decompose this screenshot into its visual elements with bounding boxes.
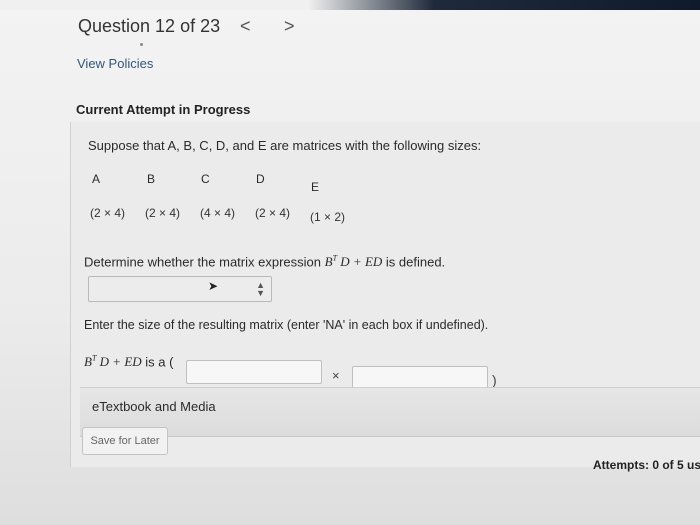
matrix-name-c: C [201, 172, 210, 186]
matrix-name-e: E [311, 180, 320, 194]
close-paren: ) [492, 372, 497, 388]
attempts-counter: Attempts: 0 of 5 us [593, 458, 700, 472]
matrix-size-b: (2 × 4) [145, 206, 181, 220]
times-sign: × [332, 368, 340, 383]
question-size-text: Enter the size of the resulting matrix (… [84, 318, 489, 332]
question-defined-text: Determine whether the matrix expression … [84, 254, 445, 270]
previous-question-button[interactable]: < [240, 16, 251, 37]
etextbook-media-label: eTextbook and Media [92, 399, 216, 414]
answer-expr-b: B [84, 354, 92, 370]
rows-input[interactable] [186, 360, 322, 384]
answer-prefix: is a ( [145, 354, 174, 370]
expr-rest: D + ED [340, 254, 383, 270]
matrix-size-c: (4 × 4) [200, 206, 236, 220]
answer-expr-rest: D + ED [99, 354, 142, 370]
matrix-name-b: B [147, 172, 156, 186]
matrix-name-d: D [256, 172, 265, 186]
matrix-name-a: A [92, 172, 101, 186]
problem-prompt: Suppose that A, B, C, D, and E are matri… [88, 138, 482, 153]
updown-arrows-icon: ▲ ▼ [256, 280, 265, 298]
separator-dot [140, 43, 143, 46]
answer-expression: BT D + ED is a ( [84, 354, 173, 370]
view-policies-link[interactable]: View Policies [77, 56, 153, 71]
matrix-size-e: (1 × 2) [310, 210, 346, 224]
matrix-size-d: (2 × 4) [255, 206, 291, 220]
question-counter: Question 12 of 23 [78, 16, 221, 36]
expr-transpose: T [332, 254, 338, 263]
question-defined-prefix: Determine whether the matrix expression [84, 254, 321, 270]
matrix-size-a: (2 × 4) [90, 206, 126, 220]
expr-b: B [324, 254, 333, 270]
next-question-button[interactable]: > [284, 16, 295, 37]
attempt-status-heading: Current Attempt in Progress [76, 102, 251, 117]
save-for-later-button[interactable]: Save for Later [82, 427, 168, 455]
etextbook-media-section[interactable]: eTextbook and Media [80, 387, 700, 437]
mouse-cursor-icon: ➤ [208, 279, 219, 293]
question-defined-suffix: is defined. [385, 254, 446, 270]
answer-expr-transpose: T [91, 354, 97, 363]
defined-select[interactable]: ▲ ▼ [88, 276, 272, 302]
